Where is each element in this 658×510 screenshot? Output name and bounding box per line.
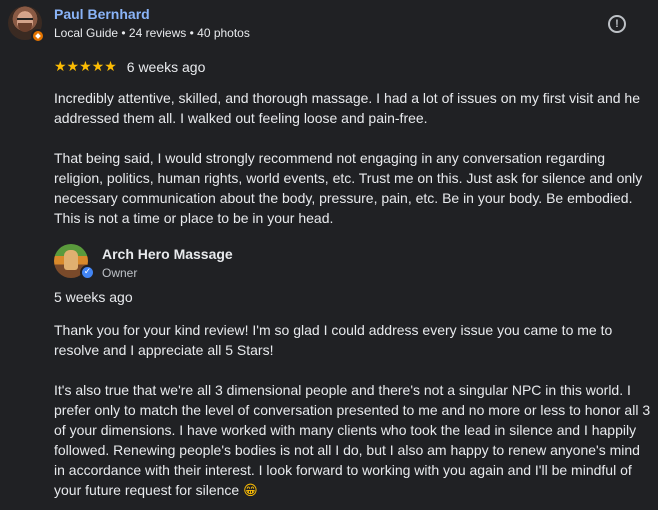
- local-guide-badge-icon: [31, 29, 45, 43]
- reviewer-avatar[interactable]: [8, 6, 45, 43]
- star-rating: ★★★★★: [54, 59, 117, 75]
- owner-response-body: Thank you for your kind review! I'm so g…: [54, 320, 654, 501]
- review-paragraph: That being said, I would strongly recomm…: [54, 150, 643, 226]
- owner-role: Owner: [102, 266, 138, 280]
- rating-row: ★★★★★ 6 weeks ago: [54, 58, 205, 76]
- reviewer-name-link[interactable]: Paul Bernhard: [54, 6, 150, 22]
- response-date: 5 weeks ago: [54, 289, 133, 305]
- response-paragraph: Thank you for your kind review! I'm so g…: [54, 322, 613, 358]
- report-review-icon[interactable]: !: [608, 15, 626, 33]
- verified-check-icon: ✓: [80, 265, 95, 280]
- grin-emoji-icon: 😁: [243, 483, 258, 499]
- review-paragraph: Incredibly attentive, skilled, and thoro…: [54, 90, 640, 126]
- response-paragraph-text: It's also true that we're all 3 dimensio…: [54, 382, 651, 498]
- reviewer-meta: Local Guide • 24 reviews • 40 photos: [54, 26, 250, 40]
- owner-name: Arch Hero Massage: [102, 246, 233, 262]
- owner-avatar-figure: [64, 250, 78, 270]
- avatar-beard: [18, 23, 32, 32]
- review-body: Incredibly attentive, skilled, and thoro…: [54, 88, 654, 228]
- response-paragraph: It's also true that we're all 3 dimensio…: [54, 380, 654, 501]
- review-date: 6 weeks ago: [126, 59, 206, 75]
